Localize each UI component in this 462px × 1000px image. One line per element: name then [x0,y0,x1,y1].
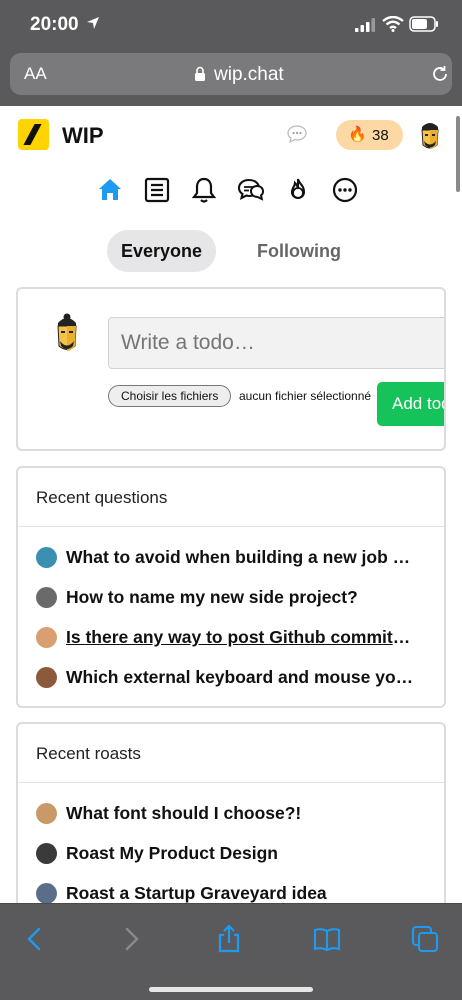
notifications-bell-icon[interactable] [190,176,218,204]
todo-input[interactable] [108,317,444,369]
question-item[interactable]: How to name my new side project? [36,586,416,610]
recent-roasts-card: Recent roasts What font should I choose?… [16,722,446,903]
share-icon[interactable] [214,924,244,954]
brand-name[interactable]: WIP [62,123,104,149]
file-status: aucun fichier sélectionné [239,389,372,403]
roast-title[interactable]: Roast a Startup Graveyard idea [66,883,416,903]
chat-bubble-icon[interactable] [287,125,307,143]
url-field[interactable]: AA wip.chat [10,53,452,95]
cellular-signal-icon [355,18,375,32]
recent-roasts-title: Recent roasts [36,744,141,763]
divider [18,526,444,527]
forward-icon[interactable] [116,924,146,954]
divider [18,782,444,783]
streak-badge[interactable]: 🔥 38 [336,120,403,150]
streak-fire-icon[interactable] [284,176,312,204]
wip-logo[interactable] [18,119,49,150]
author-avatar [36,803,57,824]
browser-toolbar [0,903,462,1000]
roast-item[interactable]: Roast My Product Design [36,842,416,866]
roast-item[interactable]: Roast a Startup Graveyard idea [36,882,416,903]
home-icon[interactable] [96,176,124,204]
browser-address-bar: AA wip.chat [0,50,462,106]
location-arrow-icon [87,17,99,29]
question-title[interactable]: How to name my new side project? [66,587,416,608]
wifi-icon [382,16,404,32]
choose-files-button[interactable]: Choisir les fichiers [108,385,232,407]
everyone-tab[interactable]: Everyone [107,230,216,272]
home-indicator[interactable] [149,987,313,992]
author-avatar [36,883,57,903]
feed-toggle: Everyone Following [0,230,462,272]
status-time: 20:00 [30,14,79,35]
battery-icon [409,16,438,32]
fire-icon: 🔥 [348,126,367,143]
web-page: WIP 🔥 38 Everyone Following Write a todo… [0,106,462,903]
author-avatar [36,547,57,568]
question-item[interactable]: Which external keyboard and mouse you us… [36,666,416,690]
tabs-icon[interactable] [410,924,440,954]
status-bar: 20:00 [0,0,462,50]
author-avatar [36,587,57,608]
more-icon[interactable] [331,176,359,204]
recent-questions-card: Recent questions What to avoid when buil… [16,466,446,708]
author-avatar [36,667,57,688]
composer-avatar [57,313,77,351]
back-icon[interactable] [20,924,50,954]
following-tab[interactable]: Following [244,230,354,272]
add-todo-button[interactable]: Add todo [377,382,444,426]
streak-count: 38 [372,127,389,144]
recent-questions-title: Recent questions [36,488,168,507]
main-nav [0,172,462,208]
question-item[interactable]: What to avoid when building a new job bo… [36,546,416,570]
roast-title[interactable]: Roast My Product Design [66,843,416,864]
chat-icon[interactable] [237,176,265,204]
user-avatar[interactable] [416,119,444,153]
question-title[interactable]: What to avoid when building a new job bo… [66,547,416,568]
text-size-button[interactable]: AA [24,64,47,84]
roast-title[interactable]: What font should I choose?! [66,803,416,824]
question-item[interactable]: Is there any way to post Github commits … [36,626,416,650]
lock-icon [195,66,205,81]
bookmarks-icon[interactable] [312,924,342,954]
roast-item[interactable]: What font should I choose?! [36,802,416,826]
reload-icon[interactable] [430,64,450,84]
url-text: wip.chat [214,64,284,85]
question-title[interactable]: Which external keyboard and mouse you us… [66,667,416,688]
question-title[interactable]: Is there any way to post Github commits … [66,627,416,648]
author-avatar [36,627,57,648]
todo-composer: Choisir les fichiers aucun fichier sélec… [16,287,446,451]
author-avatar [36,843,57,864]
todos-icon[interactable] [143,176,171,204]
